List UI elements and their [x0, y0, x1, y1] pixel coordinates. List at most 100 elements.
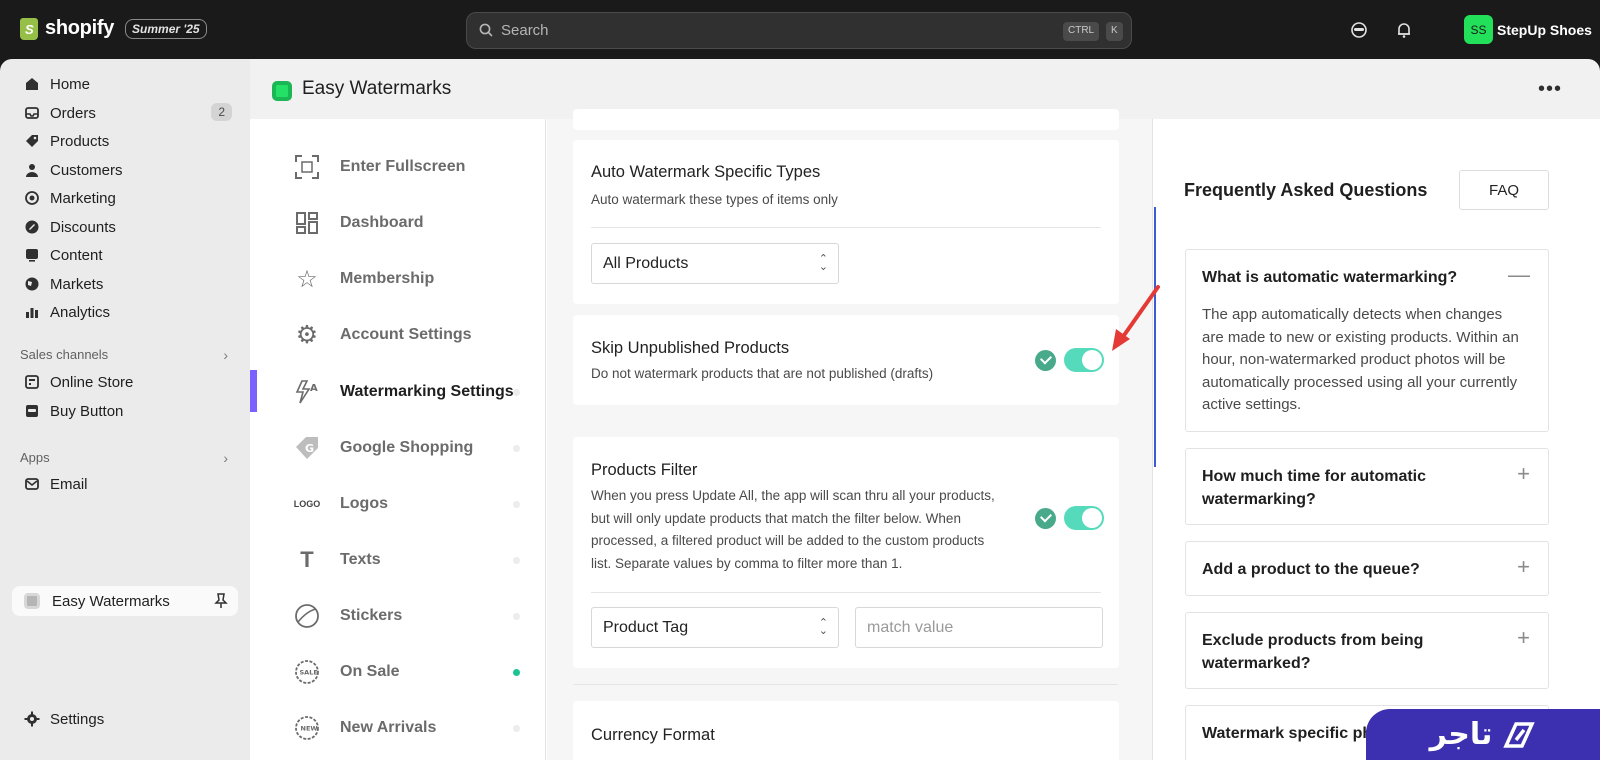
store-menu[interactable]: SS StepUp Shoes — [1464, 15, 1592, 44]
buy-button-icon — [26, 405, 38, 417]
expand-icon[interactable]: + — [1517, 625, 1530, 651]
faq-question: Add a product to the queue? — [1202, 561, 1420, 578]
sidebar-item-home[interactable]: Home — [24, 72, 234, 96]
chevron-right-icon: › — [223, 450, 228, 466]
collapse-icon[interactable]: — — [1508, 262, 1530, 288]
sidebar-item-markets[interactable]: Markets — [24, 272, 234, 296]
subnav-item-new-arrivals[interactable]: NEW New Arrivals — [292, 711, 532, 745]
sidebar-item-easy-watermarks[interactable]: Easy Watermarks — [12, 586, 238, 616]
svg-text:A: A — [310, 383, 318, 394]
sale-badge-icon: SALE — [292, 657, 322, 687]
sidebar-item-email[interactable]: Email — [24, 472, 234, 496]
faq-button[interactable]: FAQ — [1459, 170, 1549, 210]
products-filter-title: Products Filter — [591, 461, 698, 479]
sidebar-item-discounts[interactable]: Discounts — [24, 215, 234, 239]
brand-name: shopify — [45, 17, 115, 39]
discount-icon — [25, 220, 39, 234]
status-dot — [513, 613, 520, 620]
subnav-item-enter-fullscreen[interactable]: Enter Fullscreen — [292, 150, 532, 184]
faq-item[interactable]: Exclude products from being watermarked?… — [1185, 612, 1549, 689]
tag-icon — [26, 135, 38, 147]
faq-item[interactable]: How much time for automatic watermarking… — [1185, 448, 1549, 525]
products-filter-toggle[interactable] — [1064, 506, 1104, 530]
subnav-item-label: Dashboard — [340, 214, 424, 231]
store-avatar: SS — [1464, 15, 1493, 44]
shortcut-ctrl-key: CTRL — [1063, 22, 1100, 41]
subnav-item-watermarking-settings[interactable]: A Watermarking Settings — [292, 375, 532, 409]
skip-unpublished-title: Skip Unpublished Products — [591, 339, 790, 357]
sidebar-item-label: Home — [50, 75, 91, 93]
subnav-item-account-settings[interactable]: ⚙ Account Settings — [292, 318, 532, 352]
description-line: but will only update products that match… — [591, 510, 961, 526]
expand-icon[interactable]: + — [1517, 461, 1530, 487]
text-icon: T — [300, 547, 314, 572]
pin-icon[interactable] — [214, 593, 228, 609]
sidebar-item-content[interactable]: Content — [24, 243, 234, 267]
skip-unpublished-card: Skip Unpublished Products Do not waterma… — [573, 315, 1119, 405]
shortcut-k-key: K — [1106, 22, 1123, 41]
subnav-item-membership[interactable]: ☆ Membership — [292, 262, 532, 296]
bar-chart-icon — [26, 308, 38, 318]
subnav-item-texts[interactable]: T Texts — [292, 543, 532, 577]
sidebar-item-label: Buy Button — [50, 402, 124, 420]
expand-icon[interactable]: + — [1517, 554, 1530, 580]
sidebar-item-customers[interactable]: Customers — [24, 158, 234, 182]
brand-watermark-text: تاجر — [1429, 717, 1493, 752]
subnav-item-stickers[interactable]: Stickers — [292, 599, 532, 633]
sidebar-item-label: Discounts — [50, 218, 116, 236]
fullscreen-icon — [292, 152, 322, 182]
status-dot — [513, 501, 520, 508]
status-dot — [513, 557, 520, 564]
subnav-item-label: Texts — [340, 551, 381, 568]
item-type-select[interactable]: All Products ⌃ ⌄ — [591, 243, 839, 284]
answer-line: hour, non-watermarked product photos wil… — [1202, 351, 1506, 368]
active-indicator — [250, 370, 257, 412]
subnav-item-logos[interactable]: LOGO Logos — [292, 487, 532, 521]
select-arrows-icon: ⌃ ⌄ — [818, 253, 828, 273]
shopify-logo[interactable]: shopify Summer '25 — [20, 17, 207, 40]
mail-icon — [25, 478, 39, 490]
sidebar-item-label: Products — [50, 132, 110, 150]
sidebar-item-label: Marketing — [50, 189, 116, 207]
sidebar-item-orders[interactable]: Orders 2 — [24, 101, 234, 125]
sidebar-item-online-store[interactable]: Online Store — [24, 370, 234, 394]
more-actions-icon[interactable]: ••• — [1538, 78, 1562, 101]
search-bar[interactable]: CTRL K — [466, 12, 1132, 49]
edition-badge[interactable]: Summer '25 — [125, 18, 207, 39]
subnav-item-google-shopping[interactable]: G Google Shopping — [292, 431, 532, 465]
description-line: processed, a filtered product will be ad… — [591, 533, 985, 548]
sidebar-item-products[interactable]: Products — [24, 129, 234, 153]
search-input[interactable] — [501, 22, 1001, 39]
sidekick-icon[interactable] — [1349, 20, 1369, 40]
svg-text:SALE: SALE — [300, 669, 318, 677]
subnav-item-on-sale[interactable]: SALE On Sale — [292, 655, 532, 689]
faq-item[interactable]: Add a product to the queue? + — [1185, 541, 1549, 596]
products-filter-description: When you press Update All, the app will … — [591, 485, 1011, 575]
sidebar-item-settings[interactable]: Settings — [24, 707, 234, 731]
sidebar-item-label: Content — [50, 246, 103, 264]
svg-text:G: G — [305, 442, 314, 455]
sidebar-item-buy-button[interactable]: Buy Button — [24, 399, 234, 423]
filter-field-select[interactable]: Product Tag ⌃ ⌄ — [591, 607, 839, 648]
new-badge-icon: NEW — [292, 713, 322, 743]
orders-count-badge: 2 — [211, 103, 232, 121]
google-tag-icon: G — [292, 433, 322, 463]
sidebar-item-marketing[interactable]: Marketing — [24, 186, 234, 210]
faq-answer: The app automatically detects when chang… — [1202, 304, 1538, 417]
skip-unpublished-toggle[interactable] — [1064, 348, 1104, 372]
sidebar-item-analytics[interactable]: Analytics — [24, 300, 234, 324]
apps-heading[interactable]: Apps › — [20, 450, 232, 466]
answer-line: The app automatically detects when chang… — [1202, 306, 1503, 323]
sales-channels-heading[interactable]: Sales channels › — [20, 347, 232, 363]
bell-icon[interactable] — [1394, 20, 1414, 40]
checkmark-icon — [1035, 350, 1056, 371]
faq-item-expanded[interactable]: What is automatic watermarking? — The ap… — [1185, 249, 1549, 432]
previous-setting-card — [573, 109, 1119, 130]
inbox-icon — [25, 107, 39, 119]
faq-question: How much time for automatic watermarking… — [1202, 465, 1502, 511]
subnav-item-label: On Sale — [340, 663, 400, 680]
subnav-item-dashboard[interactable]: Dashboard — [292, 206, 532, 240]
admin-sidebar: Home Orders 2 Products Customers Marketi… — [0, 59, 250, 760]
auto-watermark-card: Auto Watermark Specific Types Auto water… — [573, 140, 1119, 304]
match-value-input[interactable] — [855, 607, 1103, 648]
